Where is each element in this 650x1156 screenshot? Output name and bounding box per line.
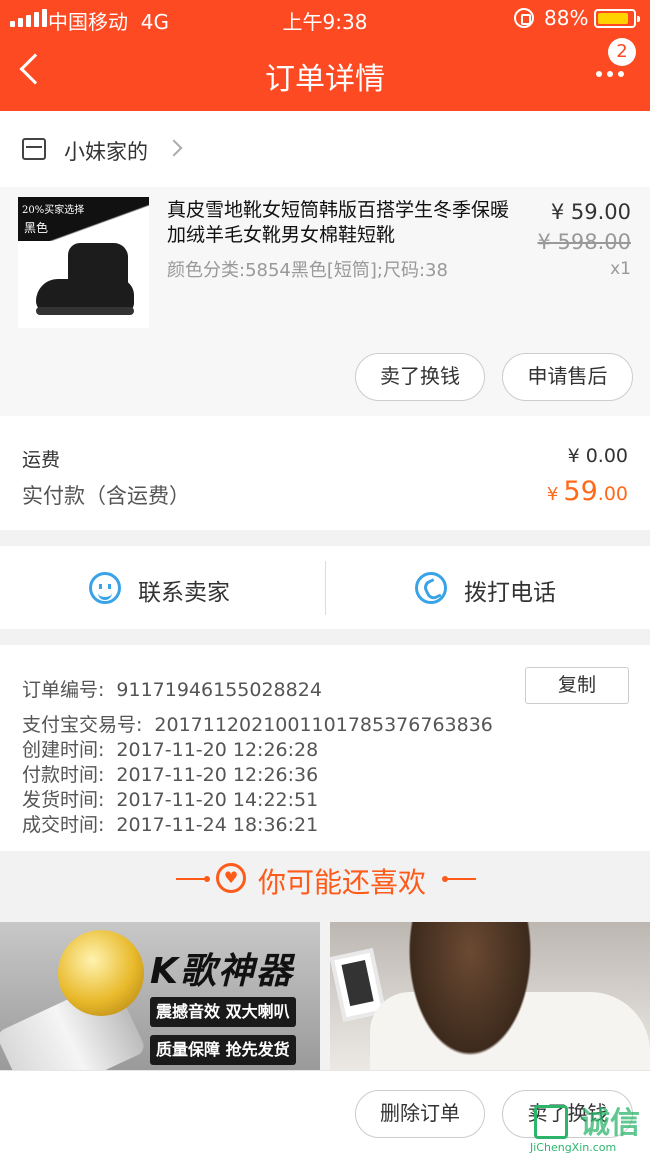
call-phone-button[interactable]: 拨打电话 [326,546,650,629]
shop-row[interactable]: 小妹家的 [0,111,650,187]
product-price: ¥ 59.00 [550,200,631,224]
recommend-card-microphone[interactable]: K歌神器 震撼音效 双大喇叭 质量保障 抢先发货 [0,922,320,1070]
phone-icon [415,572,447,604]
paid-label: 实付款（含运费） [22,484,190,508]
completed-time-row: 成交时间: 2017-11-24 18:36:21 [22,814,319,836]
product-thumbnail[interactable]: 20%买家选择 黑色 [18,197,149,328]
status-bar: 中国移动 4G 上午9:38 88% [0,0,650,36]
order-info: 订单编号: 91171946155028824 复制 支付宝交易号: 2017112… [0,645,650,851]
product-quantity: x1 [610,259,631,279]
original-price: ¥ 598.00 [537,230,631,254]
boot-image [34,243,134,319]
heart-icon [216,863,246,893]
order-number-row: 订单编号: 91171946155028824 [22,679,322,701]
apply-after-sale-button[interactable]: 申请售后 [502,353,633,401]
shipping-label: 运费 [22,449,61,471]
battery-percent: 88% [544,6,589,30]
thumb-color-text: 黑色 [24,221,49,235]
message-badge[interactable]: 2 [608,38,636,66]
recommend-card-sweater[interactable] [330,922,650,1070]
battery-icon [594,9,640,28]
call-phone-label: 拨打电话 [464,580,556,606]
shipping-value: ¥ 0.00 [567,445,628,467]
card-tag: 质量保障 抢先发货 [150,1035,296,1065]
microphone-head-image [58,930,144,1016]
header-bar: 中国移动 4G 上午9:38 88% 订单详情 2 [0,0,650,111]
order-item[interactable]: 20%买家选择 黑色 真皮雪地靴女短筒韩版百搭学生冬季保暖加绒羊毛女靴男女棉鞋短… [0,187,650,416]
copy-button[interactable]: 复制 [525,667,629,704]
paid-amount: ¥ 59.00 [546,476,628,507]
watermark-logo [534,1105,568,1139]
shipped-time-row: 发货时间: 2017-11-20 14:22:51 [22,789,319,811]
created-time-row: 创建时间: 2017-11-20 12:26:28 [22,739,319,761]
contact-bar: 联系卖家 拨打电话 [0,546,650,629]
recommend-title: 你可能还喜欢 [258,866,427,899]
contact-seller-label: 联系卖家 [138,580,230,606]
sell-for-cash-button[interactable]: 卖了换钱 [355,353,485,401]
card-title: K歌神器 [150,951,294,992]
shop-name[interactable]: 小妹家的 [64,136,148,166]
decor-line [176,876,210,882]
contact-seller-button[interactable]: 联系卖家 [0,546,325,629]
paid-time-row: 付款时间: 2017-11-20 12:26:36 [22,764,319,786]
recommend-header: 你可能还喜欢 [0,851,650,922]
chat-icon [89,572,121,604]
fee-summary: 运费 ¥ 0.00 实付款（含运费） ¥ 59.00 [0,416,650,530]
alipay-row: 支付宝交易号: 2017112021001101785376763836 [22,714,493,736]
orientation-lock-icon [514,8,534,28]
thumb-promo-text: 20%买家选择 [22,205,85,216]
card-tag: 震撼音效 双大喇叭 [150,997,296,1027]
page-title: 订单详情 [265,62,385,97]
watermark-text: 诚信 [580,1106,640,1141]
product-spec: 颜色分类:5854黑色[短筒];尺码:38 [167,260,448,281]
decor-line [442,876,476,882]
model-hair-image [400,922,540,1070]
shop-icon [22,138,46,160]
product-title[interactable]: 真皮雪地靴女短筒韩版百搭学生冬季保暖加绒羊毛女靴男女棉鞋短靴 [167,198,512,248]
more-icon[interactable] [596,71,624,77]
chevron-right-icon [165,139,183,157]
watermark-url: JiChengXin.com [530,1141,617,1154]
delete-order-button[interactable]: 删除订单 [355,1090,485,1138]
